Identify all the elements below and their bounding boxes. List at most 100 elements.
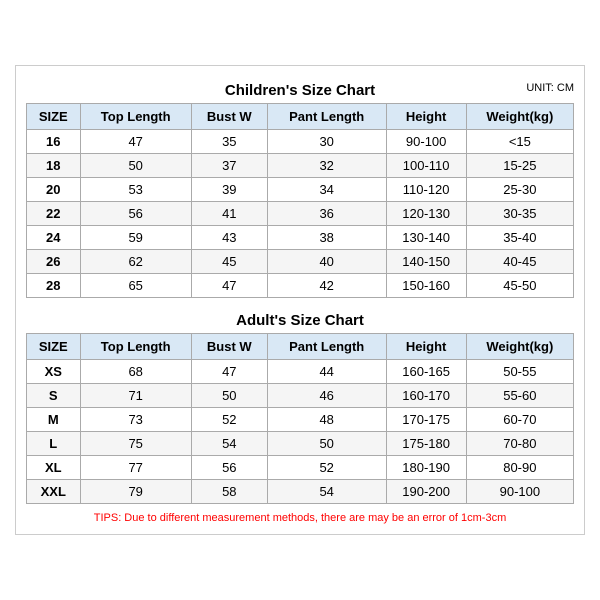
data-cell: 75 xyxy=(80,432,191,456)
children-size-table: SIZE Top Length Bust W Pant Length Heigh… xyxy=(26,103,574,298)
data-cell: 45-50 xyxy=(466,274,573,298)
data-cell: 50-55 xyxy=(466,360,573,384)
children-section-title: Children's Size Chart UNIT: CM xyxy=(26,76,574,103)
data-cell: 120-130 xyxy=(386,202,466,226)
data-cell: 46 xyxy=(267,384,386,408)
data-cell: 150-160 xyxy=(386,274,466,298)
table-row: 26624540140-15040-45 xyxy=(27,250,574,274)
data-cell: 58 xyxy=(191,480,267,504)
size-cell: XXL xyxy=(27,480,81,504)
adult-col-pant: Pant Length xyxy=(267,334,386,360)
data-cell: 42 xyxy=(267,274,386,298)
tips-text: TIPS: Due to different measurement metho… xyxy=(26,512,574,524)
data-cell: 60-70 xyxy=(466,408,573,432)
data-cell: 59 xyxy=(80,226,191,250)
table-row: 28654742150-16045-50 xyxy=(27,274,574,298)
size-cell: L xyxy=(27,432,81,456)
size-cell: 28 xyxy=(27,274,81,298)
table-row: 22564136120-13030-35 xyxy=(27,202,574,226)
size-cell: XS xyxy=(27,360,81,384)
size-cell: M xyxy=(27,408,81,432)
data-cell: 71 xyxy=(80,384,191,408)
data-cell: 110-120 xyxy=(386,178,466,202)
data-cell: 36 xyxy=(267,202,386,226)
data-cell: 56 xyxy=(80,202,191,226)
data-cell: 35 xyxy=(191,130,267,154)
data-cell: 45 xyxy=(191,250,267,274)
children-col-pant: Pant Length xyxy=(267,104,386,130)
data-cell: 43 xyxy=(191,226,267,250)
data-cell: 130-140 xyxy=(386,226,466,250)
data-cell: 15-25 xyxy=(466,154,573,178)
data-cell: 100-110 xyxy=(386,154,466,178)
table-row: L755450175-18070-80 xyxy=(27,432,574,456)
adult-header-row: SIZE Top Length Bust W Pant Length Heigh… xyxy=(27,334,574,360)
data-cell: 77 xyxy=(80,456,191,480)
children-col-bust: Bust W xyxy=(191,104,267,130)
table-row: 1647353090-100<15 xyxy=(27,130,574,154)
size-cell: XL xyxy=(27,456,81,480)
adult-section-title: Adult's Size Chart xyxy=(26,306,574,333)
data-cell: 55-60 xyxy=(466,384,573,408)
size-cell: S xyxy=(27,384,81,408)
data-cell: 54 xyxy=(267,480,386,504)
data-cell: 80-90 xyxy=(466,456,573,480)
children-title-text: Children's Size Chart xyxy=(225,82,375,99)
data-cell: 34 xyxy=(267,178,386,202)
data-cell: 38 xyxy=(267,226,386,250)
children-col-top-length: Top Length xyxy=(80,104,191,130)
data-cell: 180-190 xyxy=(386,456,466,480)
table-row: XXL795854190-20090-100 xyxy=(27,480,574,504)
table-row: 18503732100-11015-25 xyxy=(27,154,574,178)
children-header-row: SIZE Top Length Bust W Pant Length Heigh… xyxy=(27,104,574,130)
data-cell: 90-100 xyxy=(386,130,466,154)
data-cell: 90-100 xyxy=(466,480,573,504)
adult-title-text: Adult's Size Chart xyxy=(236,312,364,329)
data-cell: 50 xyxy=(191,384,267,408)
data-cell: 30-35 xyxy=(466,202,573,226)
table-row: S715046160-17055-60 xyxy=(27,384,574,408)
table-row: 20533934110-12025-30 xyxy=(27,178,574,202)
data-cell: 73 xyxy=(80,408,191,432)
table-row: XL775652180-19080-90 xyxy=(27,456,574,480)
data-cell: 35-40 xyxy=(466,226,573,250)
data-cell: 25-30 xyxy=(466,178,573,202)
unit-label: UNIT: CM xyxy=(526,82,574,94)
children-col-size: SIZE xyxy=(27,104,81,130)
data-cell: 47 xyxy=(191,274,267,298)
table-row: XS684744160-16550-55 xyxy=(27,360,574,384)
data-cell: 170-175 xyxy=(386,408,466,432)
data-cell: 48 xyxy=(267,408,386,432)
children-col-weight: Weight(kg) xyxy=(466,104,573,130)
data-cell: 39 xyxy=(191,178,267,202)
data-cell: 47 xyxy=(191,360,267,384)
data-cell: 47 xyxy=(80,130,191,154)
size-cell: 26 xyxy=(27,250,81,274)
data-cell: 37 xyxy=(191,154,267,178)
size-chart-container: Children's Size Chart UNIT: CM SIZE Top … xyxy=(15,65,585,535)
data-cell: 160-170 xyxy=(386,384,466,408)
data-cell: 52 xyxy=(267,456,386,480)
children-col-height: Height xyxy=(386,104,466,130)
data-cell: 68 xyxy=(80,360,191,384)
data-cell: 190-200 xyxy=(386,480,466,504)
data-cell: <15 xyxy=(466,130,573,154)
data-cell: 56 xyxy=(191,456,267,480)
data-cell: 62 xyxy=(80,250,191,274)
data-cell: 160-165 xyxy=(386,360,466,384)
data-cell: 44 xyxy=(267,360,386,384)
size-cell: 22 xyxy=(27,202,81,226)
table-row: 24594338130-14035-40 xyxy=(27,226,574,250)
adult-col-bust: Bust W xyxy=(191,334,267,360)
adult-col-top-length: Top Length xyxy=(80,334,191,360)
size-cell: 20 xyxy=(27,178,81,202)
data-cell: 65 xyxy=(80,274,191,298)
size-cell: 16 xyxy=(27,130,81,154)
adult-col-weight: Weight(kg) xyxy=(466,334,573,360)
adult-size-table: SIZE Top Length Bust W Pant Length Heigh… xyxy=(26,333,574,504)
adult-col-size: SIZE xyxy=(27,334,81,360)
data-cell: 140-150 xyxy=(386,250,466,274)
adult-col-height: Height xyxy=(386,334,466,360)
data-cell: 40-45 xyxy=(466,250,573,274)
data-cell: 79 xyxy=(80,480,191,504)
